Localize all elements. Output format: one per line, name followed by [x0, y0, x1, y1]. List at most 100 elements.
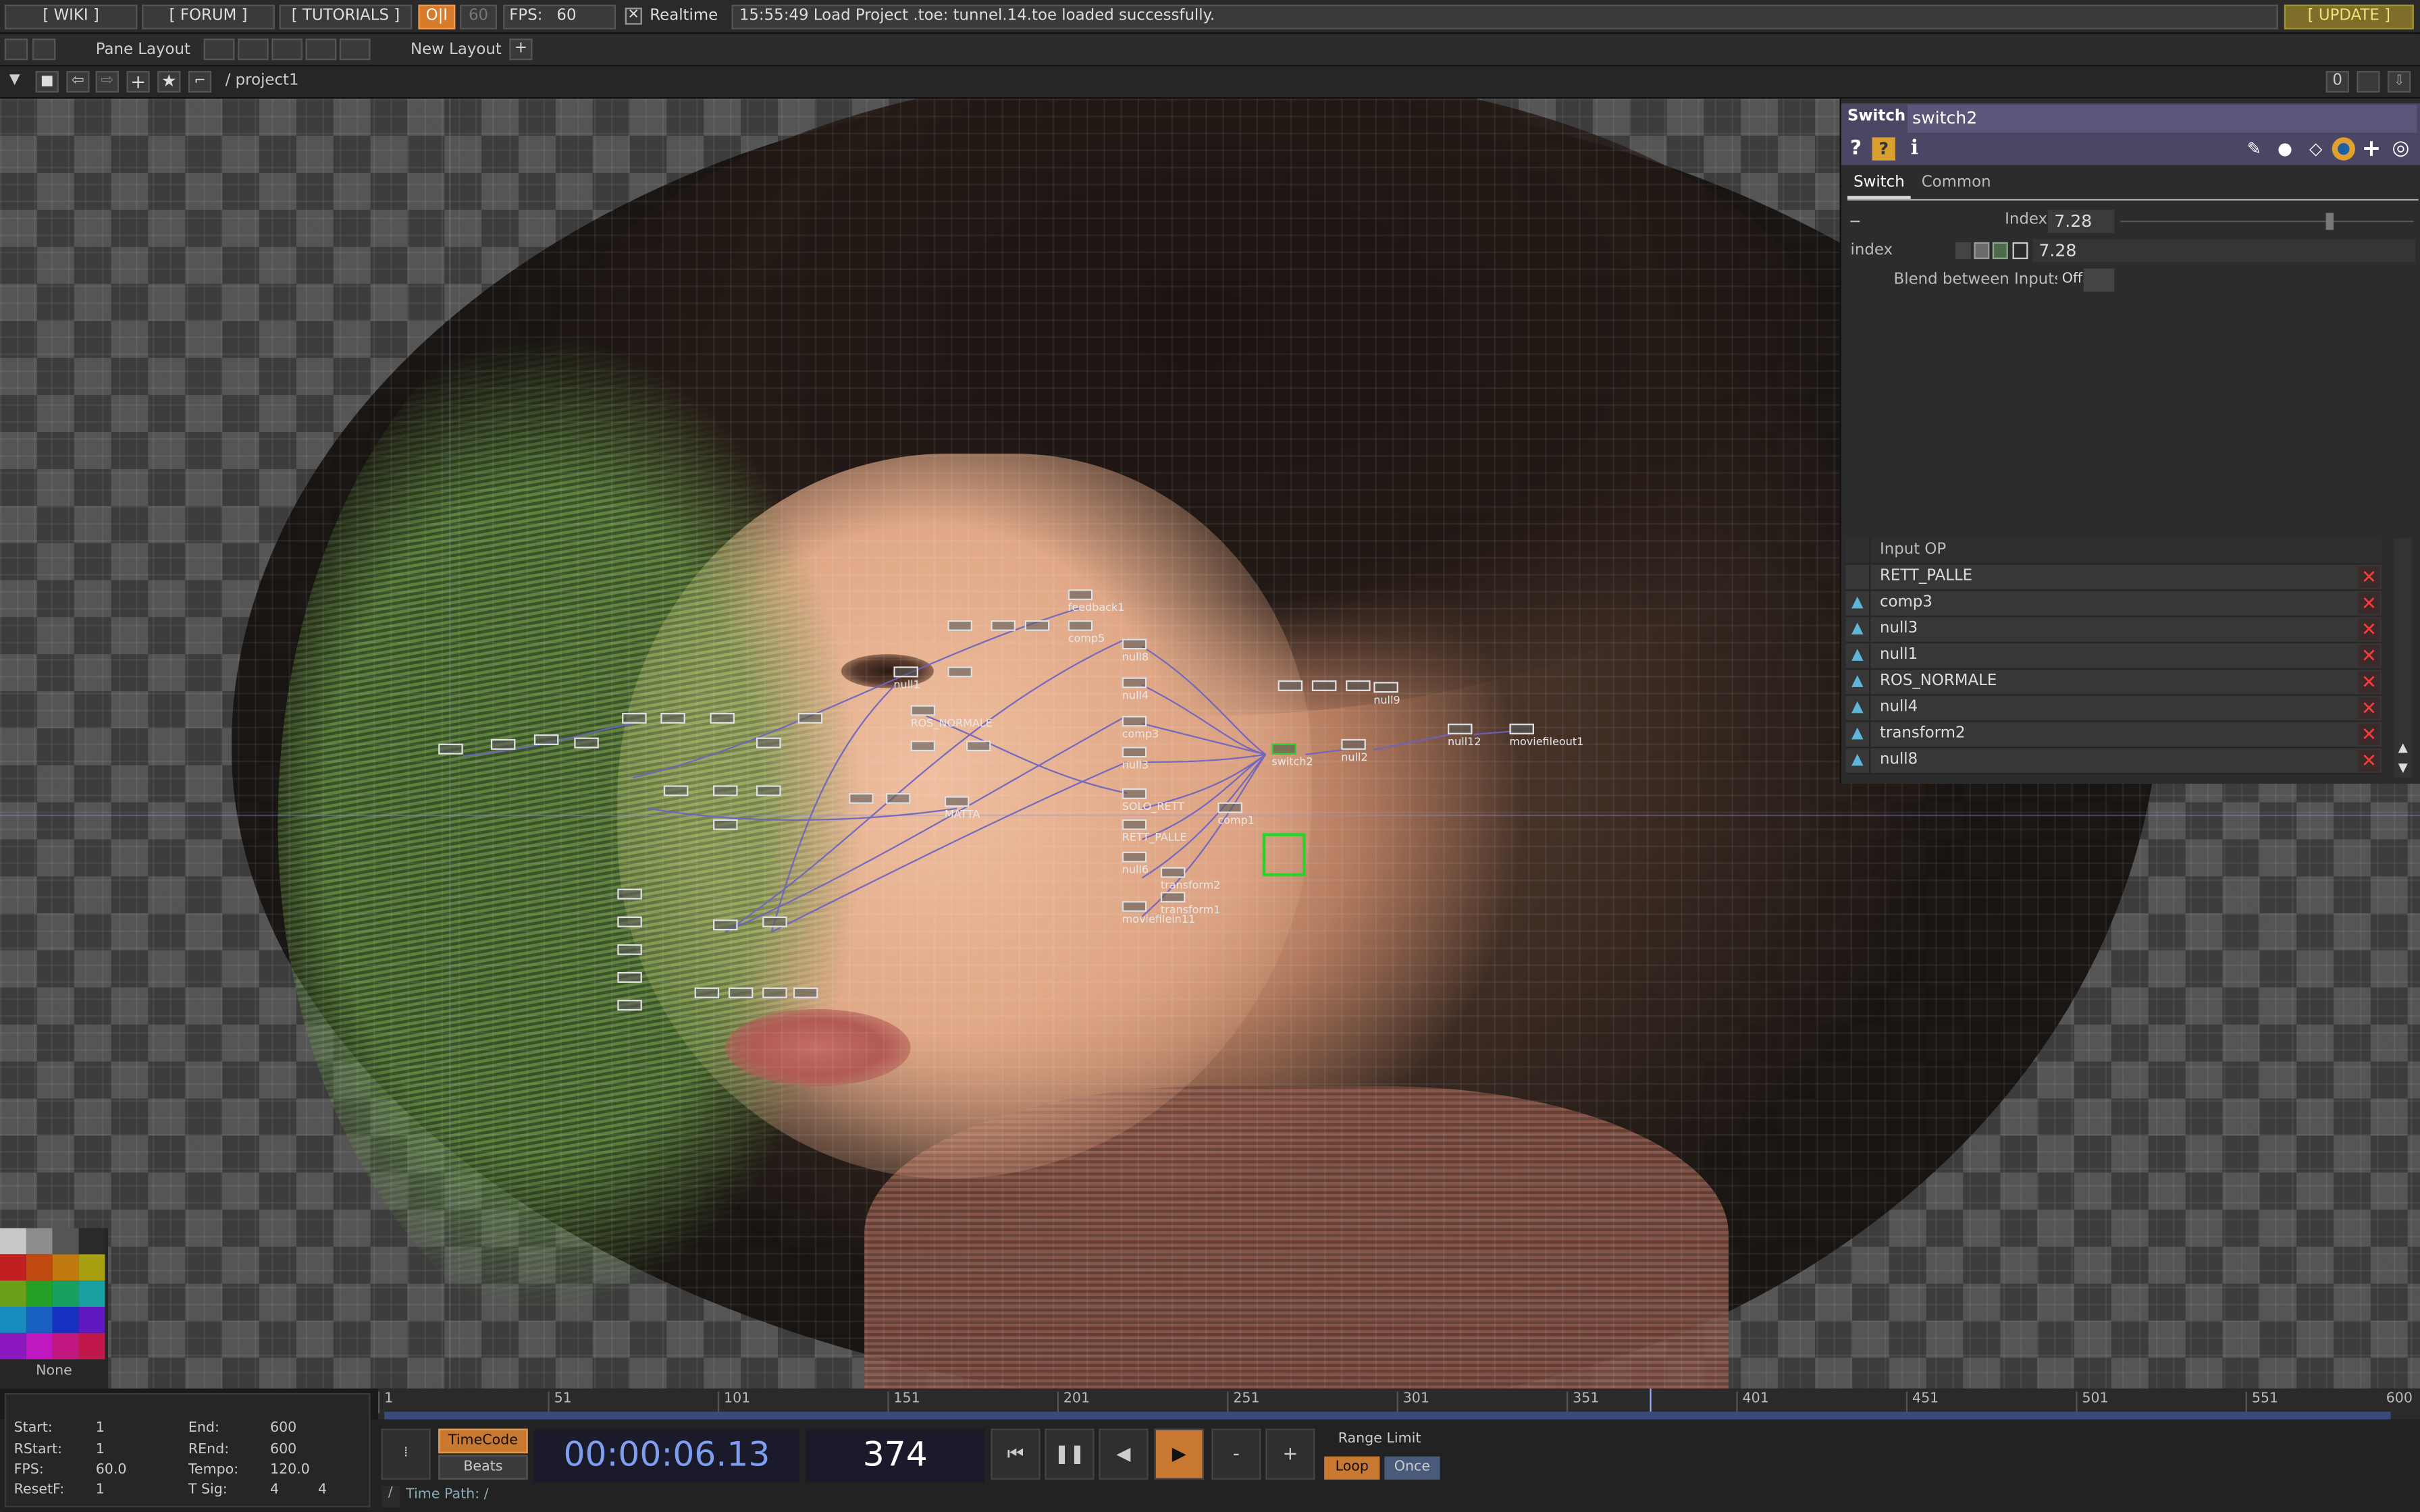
delete-row-icon[interactable]: ✕	[2358, 723, 2380, 745]
input-op-name[interactable]: null4	[1880, 696, 1918, 721]
input-op-name[interactable]: RETT_PALLE	[1880, 565, 1972, 590]
power-toggle[interactable]: O|I	[418, 4, 456, 30]
move-up-icon[interactable]: ▲	[1846, 695, 1871, 721]
wiki-button[interactable]: [ WIKI ]	[4, 4, 138, 30]
color-swatch[interactable]	[78, 1332, 105, 1359]
tempo-value[interactable]: 120.0	[270, 1463, 310, 1478]
time-display[interactable]: 00:00:06.13	[533, 1428, 799, 1483]
home-plus-icon[interactable]: +	[126, 71, 150, 93]
node-unlabeled[interactable]	[1278, 680, 1303, 693]
step-back-icon[interactable]: ◀	[1099, 1428, 1149, 1480]
color-swatch[interactable]	[26, 1280, 53, 1307]
start-value[interactable]: 1	[96, 1421, 105, 1436]
node-unlabeled[interactable]	[756, 785, 781, 797]
node-unlabeled[interactable]	[849, 792, 874, 805]
realtime-checkbox[interactable]: ✕	[625, 7, 642, 25]
layout-split-v-icon[interactable]	[237, 38, 269, 61]
collapse-icon[interactable]	[1850, 220, 1860, 223]
color-swatch[interactable]	[0, 1280, 26, 1307]
node-moviefileout1[interactable]: moviefileout1	[1509, 723, 1583, 749]
index-slider-handle[interactable]	[2325, 213, 2334, 230]
help-icon[interactable]: ?	[1844, 137, 1867, 160]
row-handle[interactable]	[1846, 564, 1871, 590]
tsig-value-1[interactable]: 4	[270, 1483, 279, 1498]
timeline-ruler[interactable]: 1 51 101 151 201 251 301 351 401 451 501 551 600	[377, 1388, 2420, 1420]
timeline-range-bar[interactable]	[384, 1411, 2391, 1420]
move-up-icon[interactable]: ▲	[1846, 617, 1871, 642]
delete-row-icon[interactable]: ✕	[2358, 697, 2380, 720]
playhead[interactable]	[1650, 1388, 1652, 1413]
node-unlabeled[interactable]	[617, 888, 642, 901]
python-help-icon[interactable]: ?	[1872, 137, 1895, 161]
index-field[interactable]: 7.28	[2048, 209, 2115, 234]
timeline-options-button[interactable]: ⁞	[381, 1428, 431, 1480]
color-swatch[interactable]	[78, 1306, 105, 1333]
rend-value[interactable]: 600	[270, 1442, 296, 1458]
add-icon[interactable]: +	[2360, 136, 2383, 160]
node-matta[interactable]: MATTA	[944, 796, 980, 821]
maximize-icon[interactable]	[2357, 71, 2380, 93]
node-unlabeled[interactable]	[694, 987, 720, 1000]
node-moviefilein11[interactable]: moviefilein11	[1122, 900, 1195, 925]
loop-button[interactable]: Loop	[1324, 1456, 1380, 1480]
node-unlabeled[interactable]	[1311, 680, 1337, 693]
beats-button[interactable]: Beats	[438, 1455, 528, 1480]
tab-switch[interactable]: Switch	[1847, 171, 1911, 199]
node-unlabeled[interactable]	[490, 738, 516, 751]
input-row[interactable]: ▲ comp3 ✕	[1845, 591, 2382, 618]
fps-stat-value[interactable]: 60.0	[96, 1463, 127, 1478]
node-unlabeled[interactable]	[617, 1000, 642, 1012]
input-row[interactable]: RETT_PALLE ✕	[1845, 564, 2382, 591]
move-up-icon[interactable]: ▲	[1846, 748, 1871, 774]
fps-cap-button[interactable]: 60	[460, 4, 497, 30]
pause-icon[interactable]: ❚❚	[1045, 1428, 1095, 1480]
node-unlabeled[interactable]	[617, 916, 642, 929]
blend-toggle[interactable]	[2083, 268, 2115, 292]
download-icon[interactable]: ⇩	[2387, 71, 2411, 93]
menu-triangle-icon[interactable]: ▼	[3, 71, 26, 92]
input-op-name[interactable]: transform2	[1880, 722, 1966, 747]
image-icon[interactable]	[4, 38, 28, 61]
node-unlabeled[interactable]	[712, 819, 738, 832]
color-swatch[interactable]	[78, 1228, 105, 1255]
layout-four-icon[interactable]	[339, 38, 371, 61]
palette-none-label[interactable]: None	[0, 1364, 108, 1380]
update-button[interactable]: [ UPDATE ]	[2284, 4, 2414, 30]
color-swatch[interactable]	[52, 1228, 79, 1255]
play-icon[interactable]: ▶	[1154, 1428, 1204, 1480]
delete-row-icon[interactable]: ✕	[2358, 671, 2380, 693]
node-comp3[interactable]: comp3	[1122, 716, 1159, 740]
index-slider-track[interactable]	[2120, 220, 2414, 223]
expr-python-icon[interactable]	[1974, 242, 1990, 259]
color-swatch[interactable]	[52, 1332, 79, 1359]
node-unlabeled[interactable]	[910, 740, 936, 753]
input-row[interactable]: ▲ ROS_NORMALE ✕	[1845, 669, 2382, 696]
node-unlabeled[interactable]	[617, 944, 642, 956]
node-null1[interactable]: null1	[893, 666, 920, 691]
node-unlabeled[interactable]	[762, 916, 787, 929]
color-swatch[interactable]	[52, 1280, 79, 1307]
move-up-icon[interactable]: ▲	[1846, 722, 1871, 747]
color-swatch[interactable]	[0, 1254, 26, 1281]
edit-icon[interactable]: ✎	[2242, 137, 2265, 160]
color-swatch[interactable]	[52, 1306, 79, 1333]
input-op-name[interactable]: null3	[1880, 617, 1918, 642]
node-null4[interactable]: null4	[1122, 677, 1149, 702]
node-null3[interactable]: null3	[1122, 747, 1149, 772]
export-icon[interactable]	[32, 38, 56, 61]
node-unlabeled[interactable]	[762, 987, 787, 1000]
input-op-name[interactable]: null1	[1880, 643, 1918, 668]
operator-name-field[interactable]: switch2	[1908, 105, 2417, 133]
color-swatch[interactable]	[0, 1228, 26, 1255]
color-swatch[interactable]	[52, 1254, 79, 1281]
layout-three-icon[interactable]	[305, 38, 337, 61]
input-row[interactable]: ▲ null8 ✕	[1845, 748, 2382, 775]
clone-icon[interactable]: ◇	[2305, 137, 2327, 160]
network-path[interactable]: / project1	[226, 72, 299, 89]
python-icon[interactable]: ●	[2332, 137, 2355, 161]
rstart-value[interactable]: 1	[96, 1442, 105, 1458]
input-row[interactable]: ▲ null4 ✕	[1845, 695, 2382, 722]
expr-constant-icon[interactable]	[2012, 242, 2028, 259]
info-icon[interactable]: i	[1903, 137, 1926, 160]
tab-common[interactable]: Common	[1916, 171, 1997, 199]
